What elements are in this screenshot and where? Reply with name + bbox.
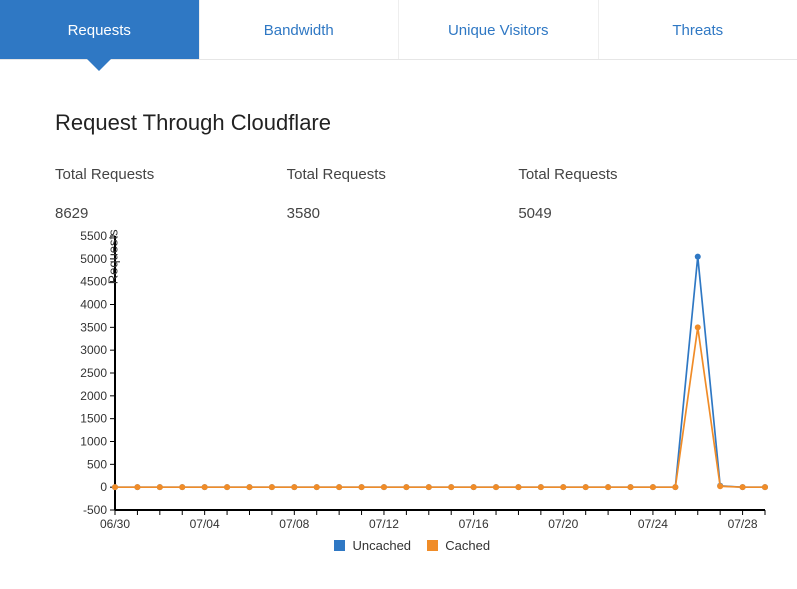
y-axis-label: Requests [106,229,121,284]
series-point [157,484,163,490]
series-point [471,484,477,490]
tab-bandwidth[interactable]: Bandwidth [200,0,400,59]
stat-value: 5049 [518,205,750,222]
series-line [115,327,765,487]
series-point [202,484,208,490]
x-tick-label: 07/28 [728,517,758,531]
series-point [291,484,297,490]
series-point [650,484,656,490]
series-point [426,484,432,490]
series-point [560,484,566,490]
x-tick-label: 07/20 [548,517,578,531]
requests-chart: -500 0 500 1000 1500 2000 2500 3000 3500 4000 4500… [35,228,775,538]
stat-total-3: Total Requests 5049 [518,166,750,222]
tab-threats[interactable]: Threats [599,0,797,59]
tabs: Requests Bandwidth Unique Visitors Threa… [0,0,797,60]
series-point [314,484,320,490]
series-point [628,484,634,490]
series-point [695,324,701,330]
stat-value: 3580 [287,205,519,222]
legend-swatch-cached [427,540,438,551]
stat-label: Total Requests [518,166,750,183]
series-point [493,484,499,490]
series-point [381,484,387,490]
legend-label-cached: Cached [445,538,490,553]
y-tick-label: 4000 [80,298,107,312]
y-tick-label: 500 [87,457,107,471]
tab-requests[interactable]: Requests [0,0,200,59]
y-tick-label: 3000 [80,343,107,357]
series-point [112,484,118,490]
x-tick-label: 07/08 [279,517,309,531]
series-point [605,484,611,490]
y-tick-label: 5000 [80,252,107,266]
y-tick-label: 3500 [80,320,107,334]
stats-row: Total Requests 8629 Total Requests 3580 … [55,166,757,222]
stat-total-2: Total Requests 3580 [287,166,519,222]
series-point [695,254,701,260]
stat-value: 8629 [55,205,287,222]
series-point [740,484,746,490]
series-point [336,484,342,490]
x-tick-label: 07/16 [459,517,489,531]
tab-unique-visitors[interactable]: Unique Visitors [399,0,599,59]
stat-label: Total Requests [287,166,519,183]
y-tick-label: 2000 [80,389,107,403]
y-tick-label: 4500 [80,275,107,289]
x-tick-label: 07/04 [190,517,220,531]
chart-container: -500 0 500 1000 1500 2000 2500 3000 3500 4000 4500… [35,228,757,538]
series-line [115,257,765,488]
series-point [448,484,454,490]
series-point [762,484,768,490]
chart-legend: Uncached Cached [55,538,757,559]
legend-swatch-uncached [334,540,345,551]
series-point [224,484,230,490]
series-point [359,484,365,490]
y-tick-label: 5500 [80,229,107,243]
x-tick-label: 07/12 [369,517,399,531]
series-point [515,484,521,490]
series-point [672,484,678,490]
series-point [538,484,544,490]
series-point [246,484,252,490]
panel: Request Through Cloudflare Total Request… [0,60,797,569]
y-tick-label: -500 [83,503,107,517]
series-point [134,484,140,490]
legend-label-uncached: Uncached [353,538,412,553]
stat-total-1: Total Requests 8629 [55,166,287,222]
series-point [179,484,185,490]
x-tick-label: 06/30 [100,517,130,531]
series-point [269,484,275,490]
y-tick-label: 1000 [80,435,107,449]
y-tick-label: 0 [100,480,107,494]
x-tick-label: 07/24 [638,517,668,531]
stat-label: Total Requests [55,166,287,183]
page-title: Request Through Cloudflare [55,110,757,136]
y-tick-label: 2500 [80,366,107,380]
series-point [717,483,723,489]
series-point [403,484,409,490]
series-point [583,484,589,490]
y-tick-label: 1500 [80,412,107,426]
